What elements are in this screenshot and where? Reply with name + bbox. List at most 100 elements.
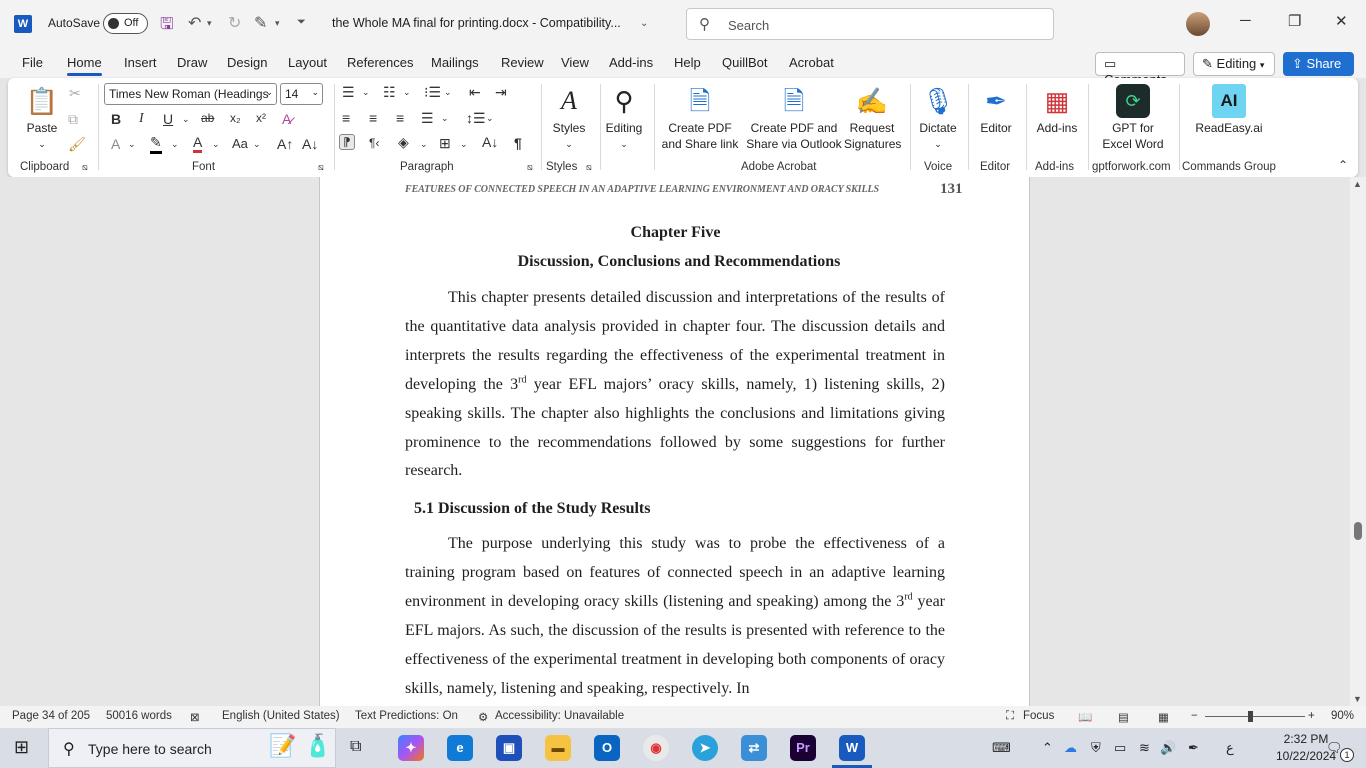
underline-dropdown-icon[interactable]: ⌄ [182,114,190,125]
grow-font-icon[interactable]: A↑ [277,136,293,152]
store-icon[interactable]: ▣ [496,735,522,761]
tab-acrobat[interactable]: Acrobat [789,55,834,70]
gpt-for-excel-word-button[interactable]: ⟳ GPT for Excel Word [1096,84,1170,152]
shading-icon[interactable]: ◈ [398,134,409,154]
italic-icon[interactable]: I [139,111,144,127]
strikethrough-icon[interactable]: ab [201,111,214,125]
vertical-scrollbar[interactable]: ▲ ▼ [1350,177,1366,706]
decrease-indent-icon[interactable]: ⇤ [469,84,481,101]
show-hidden-icons-icon[interactable]: ⌃ [1042,740,1053,756]
premiere-icon[interactable]: Pr [790,735,816,761]
create-pdf-outlook-button[interactable]: 🗎 Create PDF and Share via Outlook [746,84,842,152]
font-name-select[interactable]: Times New Roman (Headings ⌄ [104,83,277,105]
tab-layout[interactable]: Layout [288,55,327,70]
dialog-launcher-icon[interactable]: ⧅ [318,162,324,173]
scroll-thumb[interactable] [1354,522,1362,540]
bullets-dropdown-icon[interactable]: ⌄ [362,87,370,98]
tab-quillbot[interactable]: QuillBot [722,55,768,70]
dialog-launcher-icon[interactable]: ⧅ [586,162,592,173]
numbering-icon[interactable]: ☷ [383,84,396,101]
focus-button[interactable]: Focus [1023,710,1054,722]
borders-dropdown-icon[interactable]: ⌄ [460,139,468,150]
tab-draw[interactable]: Draw [177,55,207,70]
font-color-icon[interactable]: A [193,134,203,153]
collapse-ribbon-icon[interactable]: ⌃ [1338,158,1348,172]
readeasy-button[interactable]: AI ReadEasy.ai [1194,84,1264,136]
undo-dropdown-icon[interactable]: ▾ [207,18,212,29]
change-case-dropdown-icon[interactable]: ⌄ [253,139,261,150]
zoom-slider-thumb[interactable] [1248,711,1253,722]
zoom-level[interactable]: 90% [1331,710,1354,722]
shrink-font-icon[interactable]: A↓ [302,136,318,152]
request-signatures-button[interactable]: ✍ Request Signatures [844,84,901,152]
tab-insert[interactable]: Insert [124,55,157,70]
tab-home[interactable]: Home [67,55,102,76]
tab-design[interactable]: Design [227,55,267,70]
tab-references[interactable]: References [347,55,413,70]
line-spacing-icon[interactable]: ↕☰ [466,110,486,127]
text-predictions-status[interactable]: Text Predictions: On [355,710,458,722]
paste-button[interactable]: 📋 Paste ⌄ [22,84,62,152]
rtl-direction-icon[interactable]: ¶‹ [369,136,379,150]
highlight-dropdown-icon[interactable]: ⌄ [171,139,179,150]
spelling-check-icon[interactable]: ✎ [254,13,267,33]
borders-icon[interactable]: ⊞ [439,135,451,152]
outlook-icon[interactable]: O [594,735,620,761]
language-status[interactable]: English (United States) [222,710,340,722]
comments-button[interactable]: ▭ Comments [1095,52,1185,87]
input-language[interactable]: ع [1226,740,1234,756]
editor-button[interactable]: ✒ Editor [974,84,1018,136]
wifi-icon[interactable]: ≋ [1139,740,1150,756]
scroll-down-icon[interactable]: ▼ [1353,694,1362,704]
avatar[interactable] [1186,12,1210,36]
increase-indent-icon[interactable]: ⇥ [495,84,507,101]
bullets-icon[interactable]: ☰ [342,84,355,101]
align-center-icon[interactable]: ≡ [369,110,377,126]
maximize-icon[interactable]: ❐ [1288,12,1301,30]
tab-view[interactable]: View [561,55,589,70]
remote-desktop-icon[interactable]: ⇄ [741,735,767,761]
autosave-toggle[interactable]: Off [103,13,148,34]
word-count[interactable]: 50016 words [106,710,172,722]
document-page[interactable]: FEATURES OF CONNECTED SPEECH IN AN ADAPT… [319,177,1030,706]
justify-icon[interactable]: ☰ [421,110,434,127]
underline-icon[interactable]: U [163,111,173,127]
proofing-icon[interactable]: ⊠ [190,710,200,724]
document-title[interactable]: the Whole MA final for printing.docx - C… [332,16,621,30]
telegram-icon[interactable]: ➤ [692,735,718,761]
read-mode-icon[interactable]: 📖 [1078,710,1092,724]
zoom-out-icon[interactable]: − [1191,710,1198,722]
volume-icon[interactable]: 🔊 [1160,740,1176,756]
copilot-icon[interactable]: ✦ [398,735,424,761]
cut-icon[interactable]: ✂ [69,85,81,102]
save-icon[interactable]: 🖫 [160,13,174,40]
file-explorer-icon[interactable]: ▬ [545,735,571,761]
bold-icon[interactable]: B [111,111,121,127]
font-size-select[interactable]: 14 ⌄ [280,83,323,105]
font-color-dropdown-icon[interactable]: ⌄ [212,139,220,150]
clear-formatting-icon[interactable]: A̷ [282,111,291,127]
title-dropdown-icon[interactable]: ⌄ [640,18,648,29]
create-pdf-share-link-button[interactable]: 🗎 Create PDF and Share link [660,84,740,152]
sort-icon[interactable]: A↓ [482,134,498,150]
task-view-icon[interactable]: ⧉ [350,738,361,756]
onedrive-icon[interactable]: ☁ [1064,740,1077,756]
show-formatting-marks-icon[interactable]: ¶ [514,135,522,151]
web-layout-icon[interactable]: ▦ [1158,710,1169,724]
multilevel-list-icon[interactable]: ⁝☰ [424,84,441,101]
pen-icon[interactable]: ✒ [1188,740,1199,756]
customize-toolbar-icon[interactable]: ⏷ [297,16,306,29]
addins-button[interactable]: ▦ Add-ins [1032,84,1082,136]
tab-file[interactable]: File [22,55,43,70]
edge-icon[interactable]: e [447,735,473,761]
numbering-dropdown-icon[interactable]: ⌄ [403,87,411,98]
editing-button[interactable]: ⚲ Editing ⌄ [604,84,644,152]
tab-mailings[interactable]: Mailings [431,55,479,70]
dialog-launcher-icon[interactable]: ⧅ [527,162,533,173]
spelling-dropdown-icon[interactable]: ▾ [275,18,280,29]
editing-mode-button[interactable]: ✎ Editing ▾ [1193,52,1275,76]
align-right-icon[interactable]: ≡ [396,110,404,126]
word-taskbar-icon[interactable]: W [839,735,865,761]
zoom-slider[interactable] [1205,716,1305,717]
format-painter-icon[interactable]: 🖌 [68,136,86,153]
